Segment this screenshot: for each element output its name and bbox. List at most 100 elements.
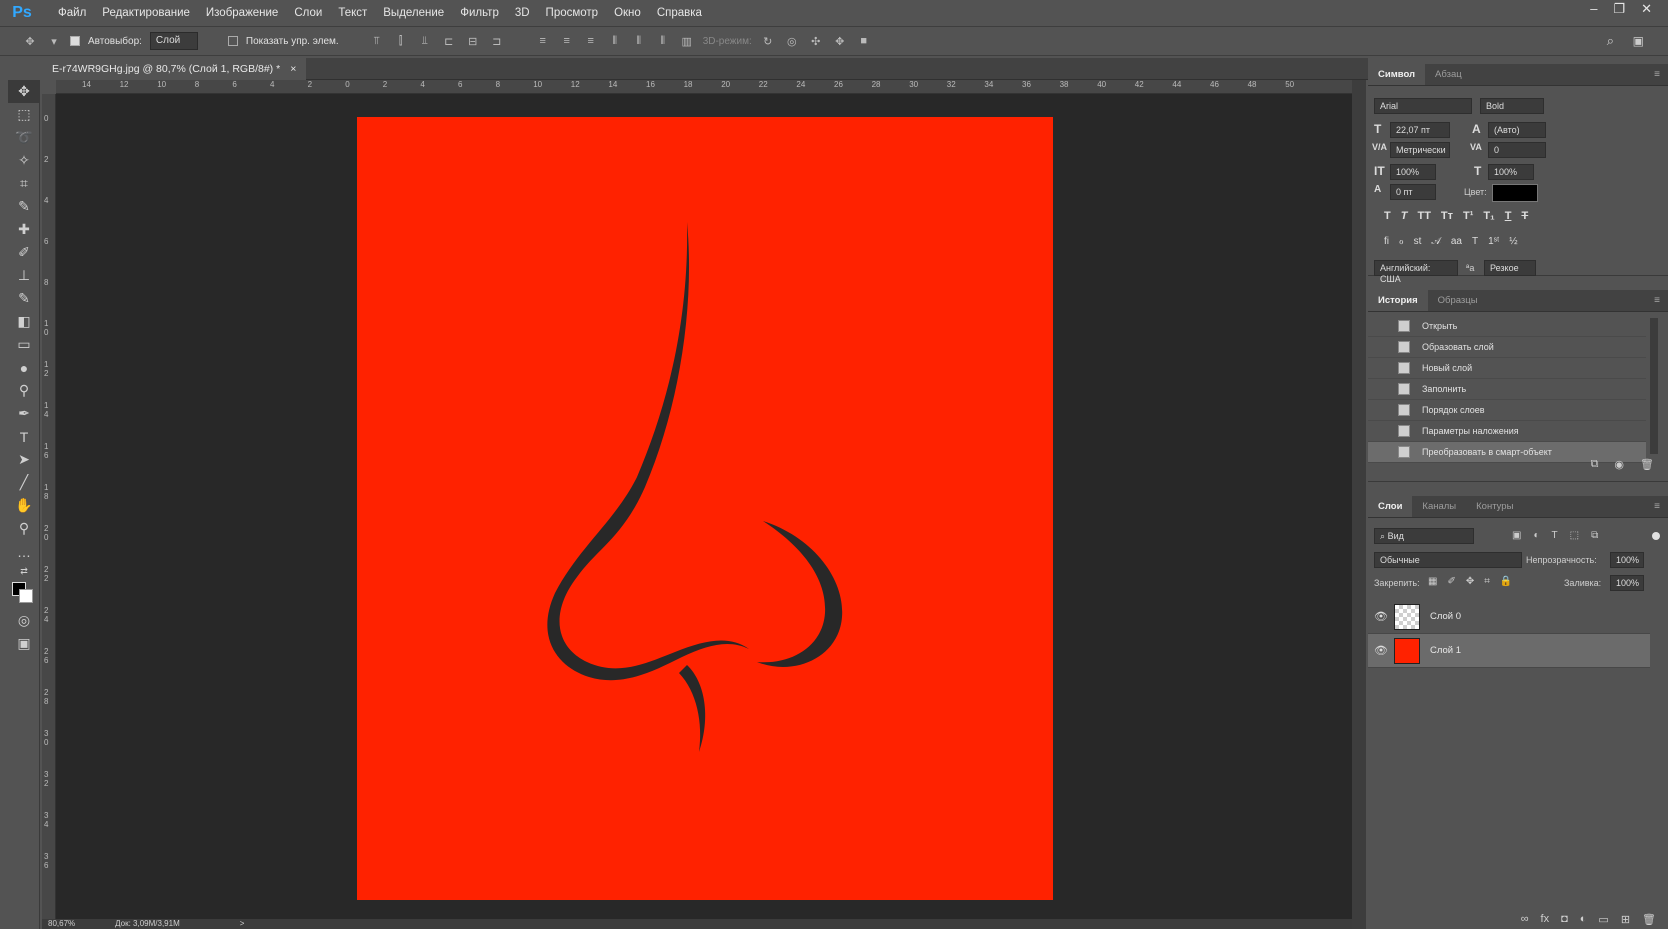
zoom-tool-icon[interactable]: ⚲ [8, 517, 40, 540]
search-icon[interactable]: ⌕ [1607, 33, 1614, 49]
tool-preset-dropdown-icon[interactable]: ▾ [46, 33, 62, 49]
gradient-tool-icon[interactable]: ▭ [8, 333, 40, 356]
trash-icon[interactable]: 🗑 [1640, 458, 1654, 471]
layer-name[interactable]: Слой 0 [1430, 611, 1461, 622]
trash-icon[interactable]: 🗑 [1642, 913, 1656, 929]
ordinals-icon[interactable]: 1ˢᵗ [1488, 236, 1499, 247]
brush-tool-icon[interactable]: ✐ [8, 241, 40, 264]
text-color-swatch[interactable] [1492, 184, 1538, 202]
type-tool-icon[interactable]: T [8, 425, 40, 448]
menu-view[interactable]: Просмотр [538, 0, 607, 26]
distribute-bottom-icon[interactable]: ≡ [583, 33, 599, 49]
link-layers-icon[interactable]: ∞ [1521, 913, 1529, 929]
history-item[interactable]: Заполнить [1368, 379, 1646, 400]
menu-text[interactable]: Текст [330, 0, 375, 26]
font-style-select[interactable]: Bold [1480, 98, 1544, 114]
distribute-top-icon[interactable]: ≡ [535, 33, 551, 49]
menu-select[interactable]: Выделение [375, 0, 452, 26]
new-group-icon[interactable]: ▭ [1598, 913, 1608, 929]
history-scrollbar[interactable] [1650, 318, 1658, 454]
menu-3d[interactable]: 3D [507, 0, 538, 26]
document-canvas[interactable] [357, 117, 1053, 900]
quick-mask-icon[interactable]: ◎ [8, 609, 40, 632]
show-transform-checkbox[interactable] [227, 36, 238, 46]
healing-brush-tool-icon[interactable]: ✚ [8, 218, 40, 241]
history-item[interactable]: Порядок слоев [1368, 400, 1646, 421]
contextual-alternates-icon[interactable]: ℴ [1399, 236, 1404, 247]
align-top-icon[interactable]: ⫪ [369, 33, 385, 49]
distribute-right-icon[interactable]: ⦀ [655, 33, 671, 49]
menu-window[interactable]: Окно [606, 0, 649, 26]
history-item[interactable]: Образовать слой [1368, 337, 1646, 358]
layer-row-selected[interactable]: 👁 Слой 1 [1368, 634, 1650, 668]
3d-scale-icon[interactable]: ■ [856, 33, 872, 49]
small-caps-icon[interactable]: Tт [1441, 210, 1453, 222]
baseline-shift-field[interactable]: 0 пт [1390, 184, 1436, 200]
new-document-from-state-icon[interactable]: ⧉ [1591, 458, 1599, 471]
antialias-select[interactable]: Резкое [1484, 260, 1536, 276]
move-tool-icon[interactable]: ✥ [8, 80, 40, 103]
all-caps-icon[interactable]: TT [1417, 210, 1430, 222]
camera-icon[interactable]: ◉ [1614, 458, 1624, 471]
eraser-tool-icon[interactable]: ◧ [8, 310, 40, 333]
tab-paths[interactable]: Контуры [1466, 496, 1523, 517]
filter-smart-object-icon[interactable]: ⧉ [1591, 530, 1598, 541]
layer-filter-select[interactable]: ⌕ Вид [1374, 528, 1474, 544]
layer-name[interactable]: Слой 1 [1430, 645, 1461, 656]
menu-help[interactable]: Справка [649, 0, 710, 26]
history-brush-tool-icon[interactable]: ✎ [8, 287, 40, 310]
3d-rotate-icon[interactable]: ↻ [760, 33, 776, 49]
menu-edit[interactable]: Редактирование [94, 0, 198, 26]
autoselect-select[interactable]: Слой [149, 32, 198, 50]
menu-layers[interactable]: Слои [286, 0, 330, 26]
vertical-scrollbar[interactable] [1352, 80, 1366, 929]
horizontal-ruler[interactable]: 14 12 10 8 6 4 2 0 2 4 6 8 10 12 14 16 18 20 22 24 26 28 30 32 3… [56, 80, 1352, 94]
stylistic-alternates-icon[interactable]: aa [1451, 236, 1462, 247]
swash-icon[interactable]: 𝒜 [1431, 236, 1440, 247]
titling-icon[interactable]: T [1472, 236, 1478, 247]
pen-tool-icon[interactable]: ✒ [8, 402, 40, 425]
lock-pixels-icon[interactable]: ✐ [1447, 576, 1455, 587]
filter-pixel-icon[interactable]: ▣ [1512, 530, 1521, 541]
filter-adjustment-icon[interactable]: ◐ [1533, 530, 1539, 541]
3d-roll-icon[interactable]: ◎ [784, 33, 800, 49]
strikethrough-icon[interactable]: T [1521, 210, 1528, 222]
blend-mode-select[interactable]: Обычные [1374, 552, 1522, 568]
tab-paragraph[interactable]: Абзац [1425, 64, 1472, 85]
history-item[interactable]: Открыть [1368, 316, 1646, 337]
adjustment-layer-icon[interactable]: ◐ [1580, 913, 1587, 929]
menu-image[interactable]: Изображение [198, 0, 286, 26]
distribute-hcenter-icon[interactable]: ⦀ [631, 33, 647, 49]
canvas-area[interactable] [56, 94, 1352, 919]
panel-menu-icon[interactable]: ≡ [1654, 501, 1660, 512]
opacity-field[interactable]: 100% [1610, 552, 1644, 568]
distribute-left-icon[interactable]: ⦀ [607, 33, 623, 49]
marquee-tool-icon[interactable]: ⬚ [8, 103, 40, 126]
eye-icon[interactable]: 👁 [1368, 644, 1394, 657]
close-icon[interactable]: × [290, 58, 296, 80]
crop-tool-icon[interactable]: ⌗ [8, 172, 40, 195]
tab-swatches[interactable]: Образцы [1428, 290, 1488, 311]
layer-style-icon[interactable]: fx [1541, 913, 1550, 929]
color-swatches[interactable] [8, 579, 40, 609]
leading-field[interactable]: (Авто) [1488, 122, 1546, 138]
restore-button[interactable]: ❐ [1613, 0, 1625, 18]
line-tool-icon[interactable]: ╱ [8, 471, 40, 494]
path-selection-tool-icon[interactable]: ➤ [8, 448, 40, 471]
tab-channels[interactable]: Каналы [1412, 496, 1466, 517]
vertical-ruler[interactable]: 0 2 4 6 8 1 0 1 2 1 4 1 6 1 8 2 0 2 2 2 4 2 6 2 8 3 0 3 … [42, 94, 56, 919]
close-button[interactable]: ✕ [1641, 0, 1652, 18]
minimize-button[interactable]: – [1590, 0, 1597, 18]
menu-filter[interactable]: Фильтр [452, 0, 507, 26]
lock-artboard-icon[interactable]: ⌗ [1484, 576, 1490, 587]
stamp-tool-icon[interactable]: ⊥ [8, 264, 40, 287]
dodge-tool-icon[interactable]: ⚲ [8, 379, 40, 402]
3d-pan-icon[interactable]: ✣ [808, 33, 824, 49]
discretionary-ligatures-icon[interactable]: st [1414, 236, 1422, 247]
faux-italic-icon[interactable]: T [1401, 210, 1408, 222]
filter-shape-icon[interactable]: ⬚ [1570, 530, 1579, 541]
auto-align-icon[interactable]: ▥ [679, 33, 695, 49]
ligatures-icon[interactable]: ﬁ [1384, 236, 1389, 247]
vertical-scale-field[interactable]: 100% [1390, 164, 1436, 180]
underline-icon[interactable]: T [1505, 210, 1512, 222]
